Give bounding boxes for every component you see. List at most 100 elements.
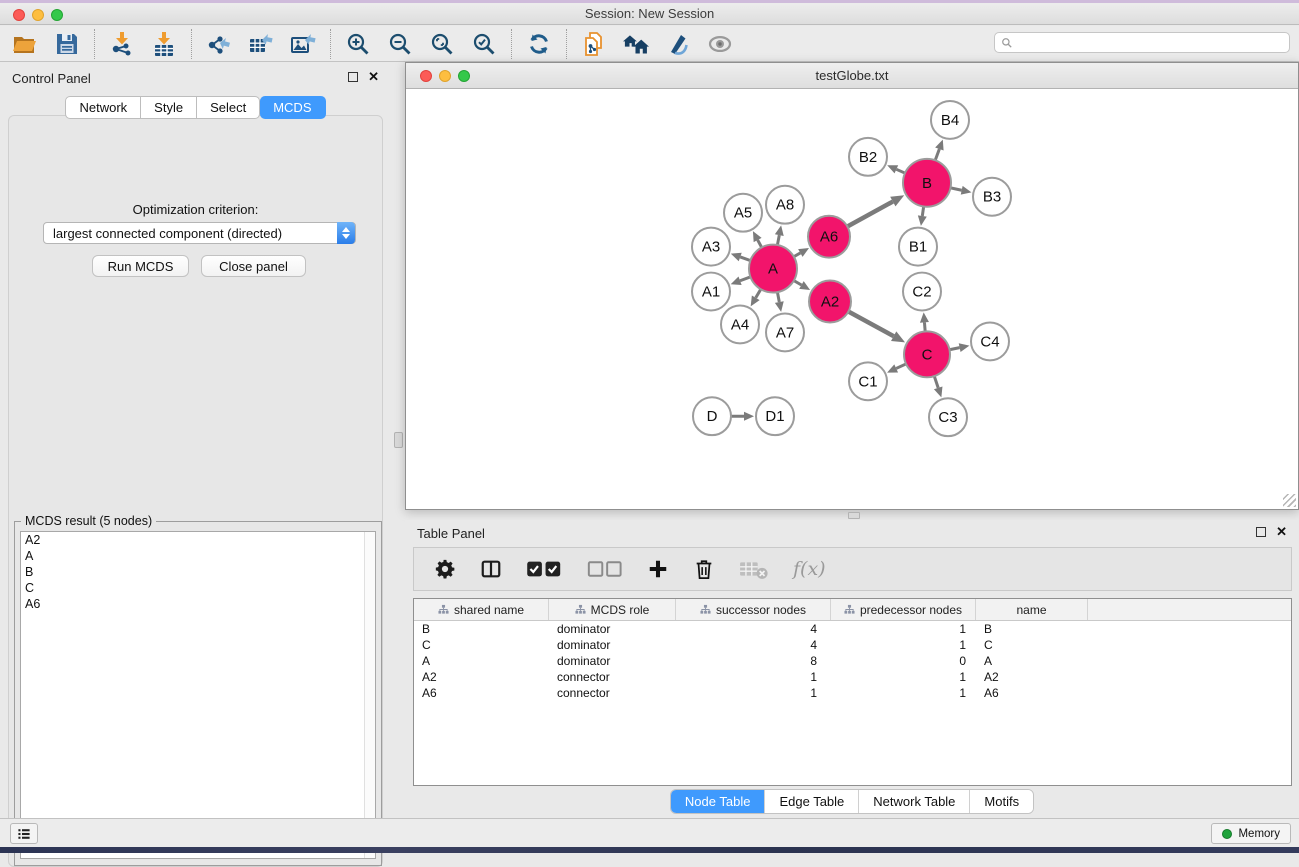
table-row[interactable]: Adominator80A xyxy=(414,653,1291,669)
graph-node-A7[interactable]: A7 xyxy=(766,313,804,351)
memory-button[interactable]: Memory xyxy=(1211,823,1291,844)
deselect-all-icon[interactable] xyxy=(587,555,624,583)
eye-button[interactable] xyxy=(705,29,735,59)
graph-node-C3[interactable]: C3 xyxy=(929,398,967,436)
add-icon[interactable] xyxy=(647,555,669,583)
graph-node-B4[interactable]: B4 xyxy=(931,101,969,139)
column-header-name[interactable]: name xyxy=(976,599,1088,620)
import-network-button[interactable] xyxy=(107,29,137,59)
home-icon xyxy=(623,31,649,57)
split-columns-icon[interactable] xyxy=(480,555,502,583)
export-network-icon xyxy=(206,31,232,57)
mcds-result-item[interactable]: A xyxy=(21,548,375,564)
toolbar-separator xyxy=(94,29,95,59)
svg-text:A8: A8 xyxy=(776,197,794,214)
graph-node-A3[interactable]: A3 xyxy=(692,228,730,266)
task-history-button[interactable] xyxy=(10,823,38,844)
node-table[interactable]: shared nameMCDS rolesuccessor nodesprede… xyxy=(413,598,1292,786)
column-header-predecessor-nodes[interactable]: predecessor nodes xyxy=(831,599,976,620)
select-all-icon[interactable] xyxy=(526,555,563,583)
dropdown-stepper-icon[interactable] xyxy=(337,222,355,244)
mcds-result-item[interactable]: B xyxy=(21,564,375,580)
graph-node-D[interactable]: D xyxy=(693,397,731,435)
float-panel-icon[interactable] xyxy=(348,72,358,82)
list-scrollbar[interactable] xyxy=(364,532,375,858)
home-button[interactable] xyxy=(621,29,651,59)
export-table-button[interactable] xyxy=(246,29,276,59)
refresh-button[interactable] xyxy=(524,29,554,59)
mcds-result-list[interactable]: A2ABCA6 xyxy=(20,531,376,859)
search-field[interactable] xyxy=(994,32,1290,53)
graph-node-A1[interactable]: A1 xyxy=(692,273,730,311)
column-header-MCDS-role[interactable]: MCDS role xyxy=(549,599,676,620)
vertical-splitter-handle[interactable] xyxy=(394,432,403,448)
table-cell: A2 xyxy=(976,670,1088,684)
table-row[interactable]: A6connector11A6 xyxy=(414,685,1291,701)
graph-node-C2[interactable]: C2 xyxy=(903,273,941,311)
graph-node-B3[interactable]: B3 xyxy=(973,178,1011,216)
delete-icon[interactable] xyxy=(693,555,715,583)
graph-node-A[interactable]: A xyxy=(749,245,797,293)
tab-style[interactable]: Style xyxy=(141,96,197,119)
close-table-panel-icon[interactable]: ✕ xyxy=(1276,527,1287,537)
network-canvas[interactable]: A A6 A2 B C A1 A3 A4 A5 A7 A8 B1 B2 B3 B4 C1 C2 C3C4 D D1 xyxy=(406,90,1298,509)
zoom-in-button[interactable] xyxy=(343,29,373,59)
zoom-fit-button[interactable] xyxy=(427,29,457,59)
zoom-selected-button[interactable] xyxy=(469,29,499,59)
mcds-result-item[interactable]: A2 xyxy=(21,532,375,548)
run-mcds-button[interactable]: Run MCDS xyxy=(92,255,189,277)
table-cell: C xyxy=(414,638,549,652)
graph-node-B[interactable]: B xyxy=(903,159,951,207)
horizontal-splitter-handle[interactable] xyxy=(848,512,860,519)
tab-select[interactable]: Select xyxy=(197,96,260,119)
close-panel-icon[interactable]: ✕ xyxy=(368,72,379,82)
gear-icon[interactable] xyxy=(434,555,456,583)
show-graphics-button[interactable] xyxy=(663,29,693,59)
graph-node-A8[interactable]: A8 xyxy=(766,186,804,224)
tab-mcds[interactable]: MCDS xyxy=(260,96,325,119)
float-table-panel-icon[interactable] xyxy=(1256,527,1266,537)
save-icon xyxy=(54,31,80,57)
tab-network[interactable]: Network xyxy=(65,96,141,119)
zoom-out-button[interactable] xyxy=(385,29,415,59)
import-table-button[interactable] xyxy=(149,29,179,59)
graph-node-C1[interactable]: C1 xyxy=(849,362,887,400)
table-row[interactable]: A2connector11A2 xyxy=(414,669,1291,685)
export-image-button[interactable] xyxy=(288,29,318,59)
graph-node-A4[interactable]: A4 xyxy=(721,305,759,343)
graph-node-C4[interactable]: C4 xyxy=(971,322,1009,360)
search-input[interactable] xyxy=(1013,34,1289,51)
mcds-result-item[interactable]: C xyxy=(21,580,375,596)
table-row[interactable]: Bdominator41B xyxy=(414,621,1291,637)
import-network-icon xyxy=(109,31,135,57)
graph-node-C[interactable]: C xyxy=(904,331,950,377)
graph-node-A5[interactable]: A5 xyxy=(724,194,762,232)
tab-node-table[interactable]: Node Table xyxy=(671,790,765,813)
graph-node-A2[interactable]: A2 xyxy=(809,281,851,323)
tab-edge-table[interactable]: Edge Table xyxy=(764,790,858,813)
dropdown-value: largest connected component (directed) xyxy=(53,226,282,241)
network-window-titlebar[interactable]: testGlobe.txt xyxy=(406,63,1298,89)
graph-node-B2[interactable]: B2 xyxy=(849,138,887,176)
open-folder-button[interactable] xyxy=(10,29,40,59)
optimization-criterion-dropdown[interactable]: largest connected component (directed) xyxy=(43,222,356,244)
svg-text:B4: B4 xyxy=(941,112,959,129)
tab-network-table[interactable]: Network Table xyxy=(858,790,969,813)
resize-grip-icon[interactable] xyxy=(1283,494,1296,507)
close-panel-button[interactable]: Close panel xyxy=(201,255,306,277)
control-panel: Control Panel ✕ NetworkStyleSelectMCDS O… xyxy=(0,65,391,808)
column-header-shared-name[interactable]: shared name xyxy=(414,599,549,620)
zoom-fit-icon xyxy=(429,31,455,57)
tab-motifs[interactable]: Motifs xyxy=(969,790,1033,813)
copy-network-button[interactable] xyxy=(579,29,609,59)
mcds-result-item[interactable]: A6 xyxy=(21,596,375,612)
export-network-button[interactable] xyxy=(204,29,234,59)
graph-node-D1[interactable]: D1 xyxy=(756,397,794,435)
column-header-successor-nodes[interactable]: successor nodes xyxy=(676,599,831,620)
graph-node-A6[interactable]: A6 xyxy=(808,216,850,258)
save-button[interactable] xyxy=(52,29,82,59)
table-row[interactable]: Cdominator41C xyxy=(414,637,1291,653)
network-graph[interactable]: A A6 A2 B C A1 A3 A4 A5 A7 A8 B1 B2 B3 B4 C1 C2 C3C4 D D1 xyxy=(406,90,1298,509)
arrowhead-icon xyxy=(731,253,742,261)
graph-node-B1[interactable]: B1 xyxy=(899,228,937,266)
